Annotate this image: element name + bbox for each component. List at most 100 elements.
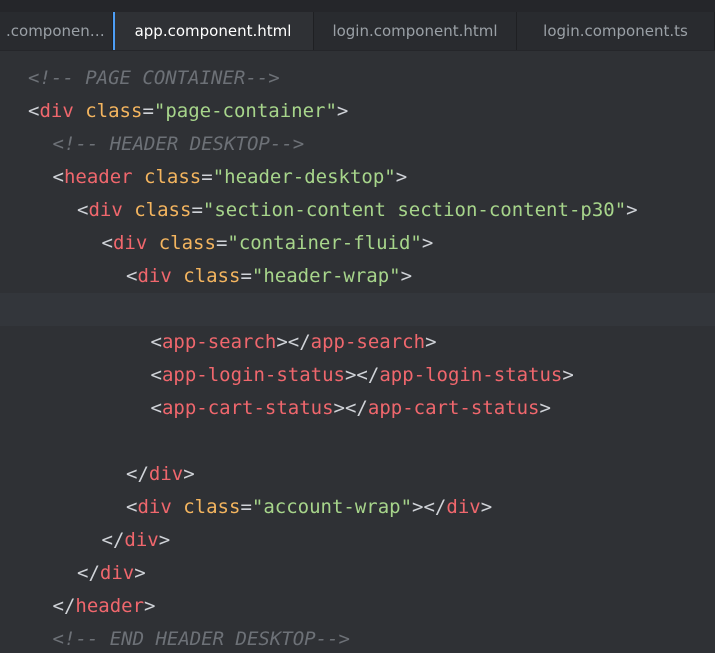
code-punctuation: < xyxy=(28,100,40,122)
code-comment: <!-- END HEADER DESKTOP--> xyxy=(52,628,350,650)
code-editor[interactable]: <!-- PAGE CONTAINER--> <div class="page-c… xyxy=(0,62,715,653)
code-string: "account-wrap" xyxy=(251,496,413,518)
code-line[interactable]: <!-- PAGE CONTAINER--> xyxy=(0,62,715,95)
code-string: "header-wrap" xyxy=(251,265,401,287)
code-tag-name: app-search xyxy=(310,331,426,353)
code-punctuation: = xyxy=(240,496,252,518)
code-tag-name: header xyxy=(63,166,133,188)
code-punctuation: ></ xyxy=(344,364,380,386)
code-punctuation: ></ xyxy=(412,496,447,518)
code-punctuation: = xyxy=(191,199,203,221)
code-punctuation: < xyxy=(126,496,138,518)
code-punctuation: < xyxy=(77,199,89,221)
code-tag-name: div xyxy=(112,232,148,254)
code-attribute: class xyxy=(134,199,192,221)
code-punctuation: > xyxy=(480,496,493,518)
code-punctuation: > xyxy=(336,100,349,122)
code-tag-name: div xyxy=(124,529,159,551)
code-attribute: class xyxy=(85,100,143,122)
code-punctuation: = xyxy=(142,100,154,122)
code-string: "header-desktop" xyxy=(212,166,396,188)
code-punctuation: > xyxy=(562,364,574,386)
code-punctuation: > xyxy=(158,529,171,551)
code-punctuation: > xyxy=(421,232,434,254)
code-punctuation: </ xyxy=(77,562,100,584)
code-line[interactable]: </div> xyxy=(0,524,715,557)
code-comment: <!-- PAGE CONTAINER--> xyxy=(28,67,280,89)
code-attribute: class xyxy=(183,496,241,518)
code-line[interactable]: <app-login-status></app-login-status> xyxy=(0,359,715,392)
code-punctuation: > xyxy=(400,265,413,287)
code-string: "container-fluid" xyxy=(227,232,422,254)
code-line[interactable]: <div class="account-wrap"></div> xyxy=(0,491,715,524)
code-punctuation: > xyxy=(539,397,551,419)
code-punctuation: ></ xyxy=(333,397,368,419)
tab-app-component-html[interactable]: app.component.html xyxy=(113,12,314,50)
code-attribute: class xyxy=(183,265,241,287)
code-tag-name: app-cart-status xyxy=(161,397,334,419)
editor-window: .component... app.component.html login.c… xyxy=(0,0,715,653)
code-punctuation: > xyxy=(425,331,437,353)
code-line[interactable]: <app-cart-status></app-cart-status> xyxy=(0,392,715,425)
code-tag-name: div xyxy=(148,463,184,485)
code-punctuation: < xyxy=(150,397,162,419)
code-punctuation: > xyxy=(395,166,408,188)
code-line[interactable]: </div> xyxy=(0,557,715,590)
code-punctuation: </ xyxy=(126,463,149,485)
code-line[interactable]: <div class="page-container"> xyxy=(0,95,715,128)
code-punctuation: = xyxy=(240,265,252,287)
code-tag-name: app-cart-status xyxy=(367,397,540,419)
code-line[interactable]: <div class="container-fluid"> xyxy=(0,227,715,260)
code-tag-name: header xyxy=(75,595,145,617)
code-punctuation: < xyxy=(126,265,138,287)
tab-login-component-html[interactable]: login.component.html xyxy=(314,12,517,50)
code-line[interactable] xyxy=(0,293,715,326)
code-punctuation: ></ xyxy=(276,331,311,353)
code-line[interactable]: <div class="header-wrap"> xyxy=(0,260,715,293)
code-string: "page-container" xyxy=(153,100,337,122)
code-punctuation: = xyxy=(215,232,228,254)
code-line[interactable]: </div> xyxy=(0,458,715,491)
code-tag-name: div xyxy=(99,562,135,584)
tab-label: login.component.ts xyxy=(543,22,688,40)
code-tag-name: div xyxy=(88,199,123,221)
code-line[interactable] xyxy=(0,425,715,458)
code-tag-name: div xyxy=(39,100,74,122)
code-tag-name: div xyxy=(446,496,481,518)
tab-component-truncated[interactable]: .component... xyxy=(0,12,113,50)
code-attribute: class xyxy=(144,166,202,188)
code-line[interactable]: <!-- HEADER DESKTOP--> xyxy=(0,128,715,161)
code-punctuation: < xyxy=(150,364,162,386)
code-punctuation: < xyxy=(101,232,113,254)
tab-bar-top-strip xyxy=(0,0,715,12)
code-punctuation: > xyxy=(183,463,195,485)
code-attribute: class xyxy=(158,232,216,254)
code-tag-name: div xyxy=(137,496,172,518)
tab-login-component-ts[interactable]: login.component.ts xyxy=(517,12,715,50)
code-line[interactable]: </header> xyxy=(0,590,715,623)
code-punctuation: > xyxy=(626,199,638,221)
code-punctuation: > xyxy=(134,562,146,584)
tab-label: login.component.html xyxy=(332,22,498,40)
tab-label: app.component.html xyxy=(134,22,292,40)
tab-label: .component... xyxy=(6,22,110,40)
code-punctuation: = xyxy=(201,166,213,188)
code-line[interactable]: <app-search></app-search> xyxy=(0,326,715,359)
code-line[interactable]: <header class="header-desktop"> xyxy=(0,161,715,194)
code-punctuation: < xyxy=(52,166,64,188)
code-tag-name: app-search xyxy=(161,331,277,353)
code-line[interactable]: <!-- END HEADER DESKTOP--> xyxy=(0,623,715,653)
code-punctuation: > xyxy=(144,595,156,617)
code-tag-name: app-login-status xyxy=(161,364,345,386)
code-tag-name: div xyxy=(137,265,172,287)
code-string: "section-content section-content-p30" xyxy=(202,199,627,221)
tab-bar: .component... app.component.html login.c… xyxy=(0,0,715,51)
code-line[interactable]: <div class="section-content section-cont… xyxy=(0,194,715,227)
code-tag-name: app-login-status xyxy=(379,364,563,386)
